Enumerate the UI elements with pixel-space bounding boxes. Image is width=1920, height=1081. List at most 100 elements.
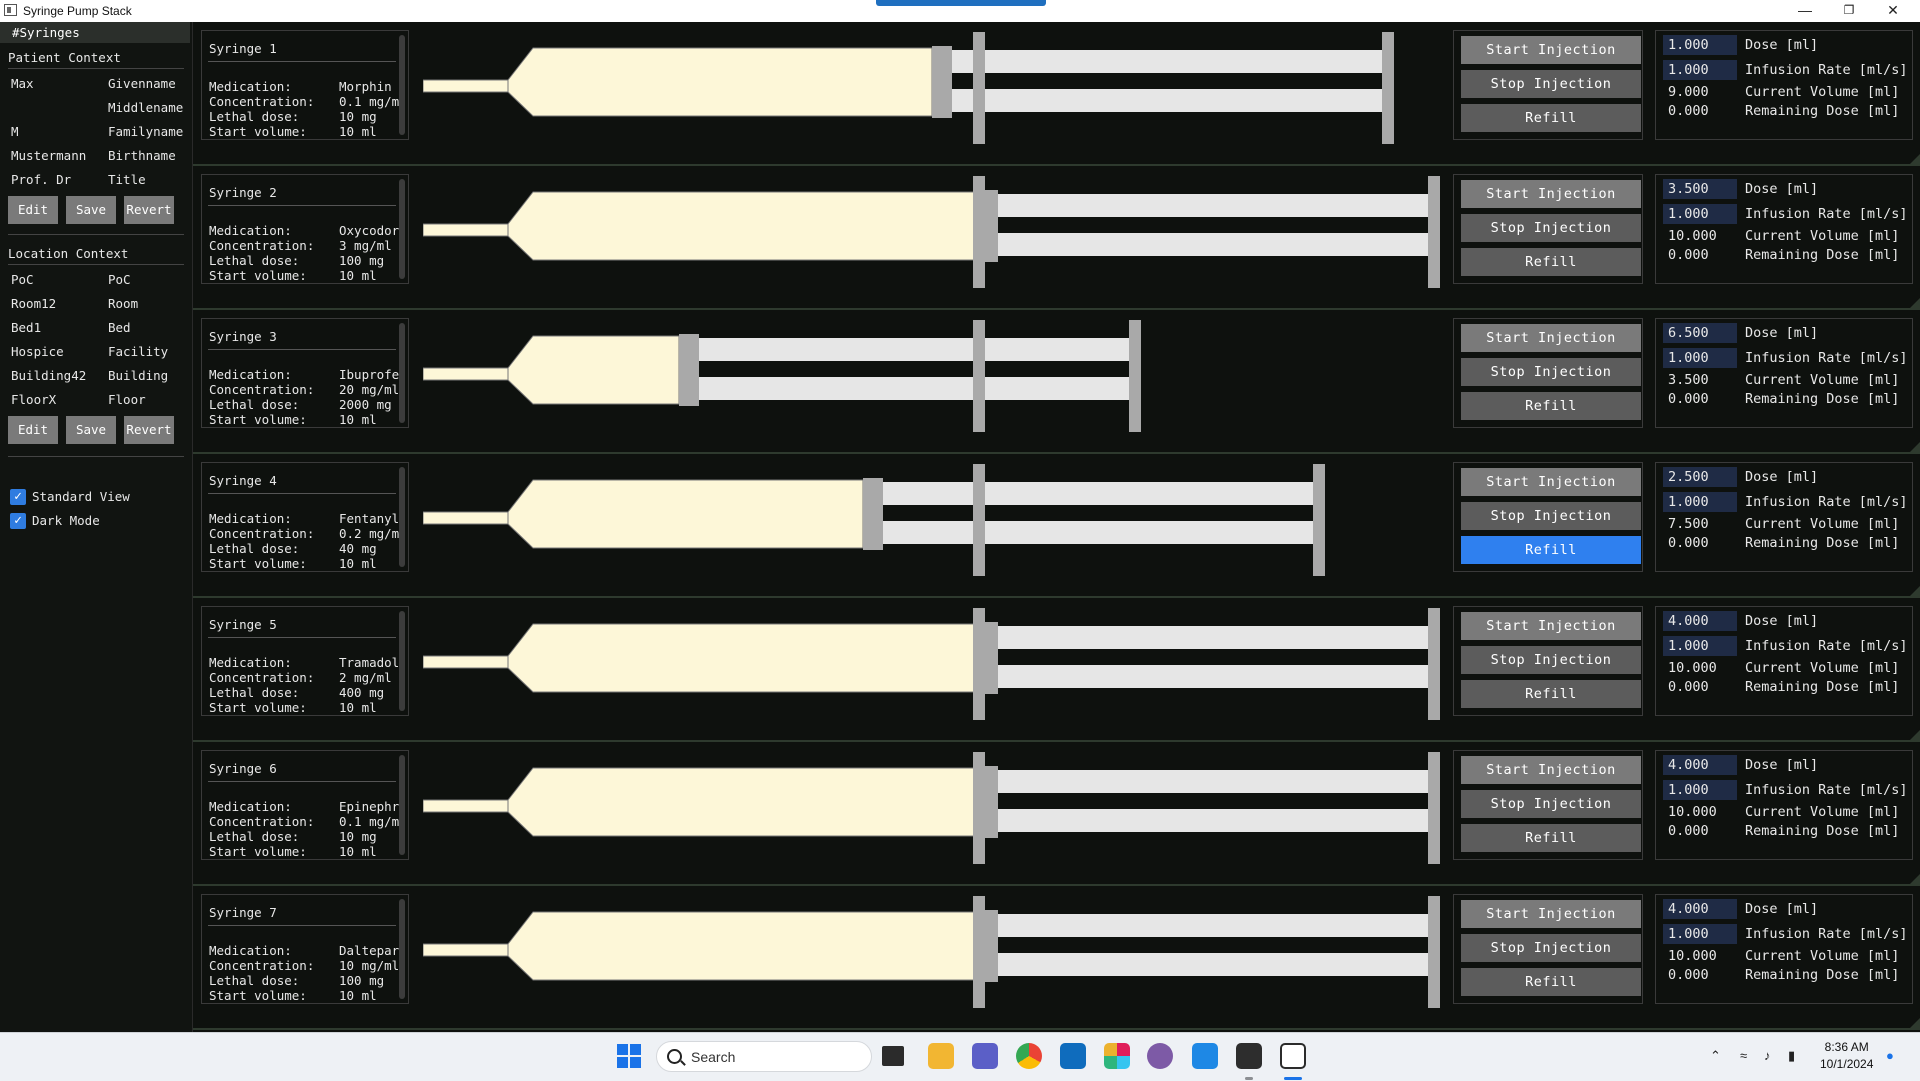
start-volume-label: Start volume: <box>209 700 307 715</box>
notification-bell-icon[interactable]: ● <box>1886 1048 1894 1063</box>
location-save-button[interactable]: Save <box>66 416 116 444</box>
dose-input[interactable]: 6.500 <box>1663 323 1737 343</box>
restore-icon[interactable]: ❐ <box>1826 0 1872 22</box>
location-revert-button[interactable]: Revert <box>124 416 174 444</box>
syringe-controls: Start Injection Stop Injection Refill <box>1453 606 1643 716</box>
infusion-rate-input[interactable]: 1.000 <box>1663 492 1737 512</box>
start-injection-button[interactable]: Start Injection <box>1461 612 1641 640</box>
start-injection-button[interactable]: Start Injection <box>1461 324 1641 352</box>
concentration-label: Concentration: <box>209 670 315 685</box>
refill-button[interactable]: Refill <box>1461 104 1641 132</box>
app-icon[interactable] <box>1147 1043 1173 1069</box>
infusion-rate-input[interactable]: 1.000 <box>1663 204 1737 224</box>
stop-injection-button[interactable]: Stop Injection <box>1461 646 1641 674</box>
infusion-rate-input[interactable]: 1.000 <box>1663 60 1737 80</box>
refill-button[interactable]: Refill <box>1461 824 1641 852</box>
stop-injection-button[interactable]: Stop Injection <box>1461 214 1641 242</box>
info-scrollbar[interactable] <box>399 899 405 999</box>
stop-injection-button[interactable]: Stop Injection <box>1461 790 1641 818</box>
lethal-dose-value: 100 mg <box>339 253 385 268</box>
vscode-icon[interactable] <box>1192 1043 1218 1069</box>
volume-icon[interactable]: ♪ <box>1764 1048 1771 1063</box>
syringe-row-6: Syringe 6 Medication: Epinephr Concentra… <box>193 742 1920 886</box>
dose-input[interactable]: 3.500 <box>1663 179 1737 199</box>
start-injection-button[interactable]: Start Injection <box>1461 900 1641 928</box>
minimize-icon[interactable]: — <box>1782 0 1828 22</box>
refill-button[interactable]: Refill <box>1461 248 1641 276</box>
terminal-icon[interactable] <box>1236 1043 1262 1069</box>
dose-input[interactable]: 2.500 <box>1663 467 1737 487</box>
dose-input[interactable]: 4.000 <box>1663 899 1737 919</box>
infusion-rate-input[interactable]: 1.000 <box>1663 348 1737 368</box>
concentration-label: Concentration: <box>209 526 315 541</box>
start-injection-button[interactable]: Start Injection <box>1461 756 1641 784</box>
info-scrollbar[interactable] <box>399 467 405 567</box>
file-explorer-icon[interactable] <box>928 1043 954 1069</box>
outlook-icon[interactable] <box>1060 1043 1086 1069</box>
concentration-value: 20 mg/ml <box>339 382 400 397</box>
slack-icon[interactable] <box>1104 1043 1130 1069</box>
infusion-rate-input[interactable]: 1.000 <box>1663 924 1737 944</box>
standard-view-checkbox[interactable]: ✓ <box>10 489 26 505</box>
start-volume-value: 10 ml <box>339 124 377 139</box>
infusion-rate-input[interactable]: 1.000 <box>1663 780 1737 800</box>
infusion-rate-input[interactable]: 1.000 <box>1663 636 1737 656</box>
info-scrollbar[interactable] <box>399 755 405 855</box>
chevron-up-icon[interactable]: ⌃ <box>1710 1048 1721 1064</box>
refill-button[interactable]: Refill <box>1461 536 1641 564</box>
start-injection-button[interactable]: Start Injection <box>1461 36 1641 64</box>
syringe-row-5: Syringe 5 Medication: Tramadol Concentra… <box>193 598 1920 742</box>
start-injection-button[interactable]: Start Injection <box>1461 468 1641 496</box>
medication-label: Medication: <box>209 79 292 94</box>
medication-value: Tramadol <box>339 655 400 670</box>
battery-icon[interactable]: ▮ <box>1788 1048 1795 1064</box>
concentration-value: 2 mg/ml <box>339 670 392 685</box>
refill-button[interactable]: Refill <box>1461 680 1641 708</box>
stop-injection-button[interactable]: Stop Injection <box>1461 934 1641 962</box>
medication-label: Medication: <box>209 223 292 238</box>
dose-input[interactable]: 4.000 <box>1663 611 1737 631</box>
teams-icon[interactable] <box>972 1043 998 1069</box>
close-icon[interactable]: ✕ <box>1870 0 1916 22</box>
task-view-icon[interactable] <box>882 1046 904 1066</box>
syringe-info-panel: Syringe 6 Medication: Epinephr Concentra… <box>201 750 409 860</box>
info-scrollbar[interactable] <box>399 179 405 279</box>
stop-injection-button[interactable]: Stop Injection <box>1461 358 1641 386</box>
taskbar-clock[interactable]: 8:36 AM 10/1/2024 <box>1820 1039 1873 1073</box>
plunger-head <box>863 478 883 550</box>
stop-injection-button[interactable]: Stop Injection <box>1461 502 1641 530</box>
plunger-thumb-rest <box>1428 176 1440 288</box>
taskbar-search-box[interactable]: Search <box>656 1041 872 1072</box>
patient-edit-button[interactable]: Edit <box>8 196 58 224</box>
divider <box>208 205 396 206</box>
refill-button[interactable]: Refill <box>1461 392 1641 420</box>
concentration-label: Concentration: <box>209 94 315 109</box>
patient-save-button[interactable]: Save <box>66 196 116 224</box>
dose-input[interactable]: 4.000 <box>1663 755 1737 775</box>
search-placeholder: Search <box>691 1049 736 1065</box>
info-scrollbar[interactable] <box>399 35 405 135</box>
location-facility-label: Facility <box>108 344 169 359</box>
lethal-dose-value: 400 mg <box>339 685 385 700</box>
syringe-fluid <box>507 335 680 405</box>
patient-givenname-label: Givenname <box>108 76 176 91</box>
syringe-app-icon[interactable] <box>1280 1043 1306 1069</box>
info-scrollbar[interactable] <box>399 611 405 711</box>
patient-birthname-label: Birthname <box>108 148 176 163</box>
syringe-row-4: Syringe 4 Medication: Fentanyl Concentra… <box>193 454 1920 598</box>
refill-button[interactable]: Refill <box>1461 968 1641 996</box>
tab-syringes[interactable]: #Syringes <box>0 22 190 43</box>
patient-revert-button[interactable]: Revert <box>124 196 174 224</box>
syringe-stats-panel: 4.000 Dose [ml] 1.000 Infusion Rate [ml/… <box>1655 606 1913 716</box>
dark-mode-checkbox[interactable]: ✓ <box>10 513 26 529</box>
syringe-graphic <box>423 176 1440 288</box>
dose-input[interactable]: 1.000 <box>1663 35 1737 55</box>
start-injection-button[interactable]: Start Injection <box>1461 180 1641 208</box>
info-scrollbar[interactable] <box>399 323 405 423</box>
wifi-icon[interactable]: ≈ <box>1740 1048 1747 1063</box>
chrome-icon[interactable] <box>1016 1043 1042 1069</box>
concentration-label: Concentration: <box>209 814 315 829</box>
location-edit-button[interactable]: Edit <box>8 416 58 444</box>
windows-start-icon[interactable] <box>616 1043 642 1069</box>
stop-injection-button[interactable]: Stop Injection <box>1461 70 1641 98</box>
